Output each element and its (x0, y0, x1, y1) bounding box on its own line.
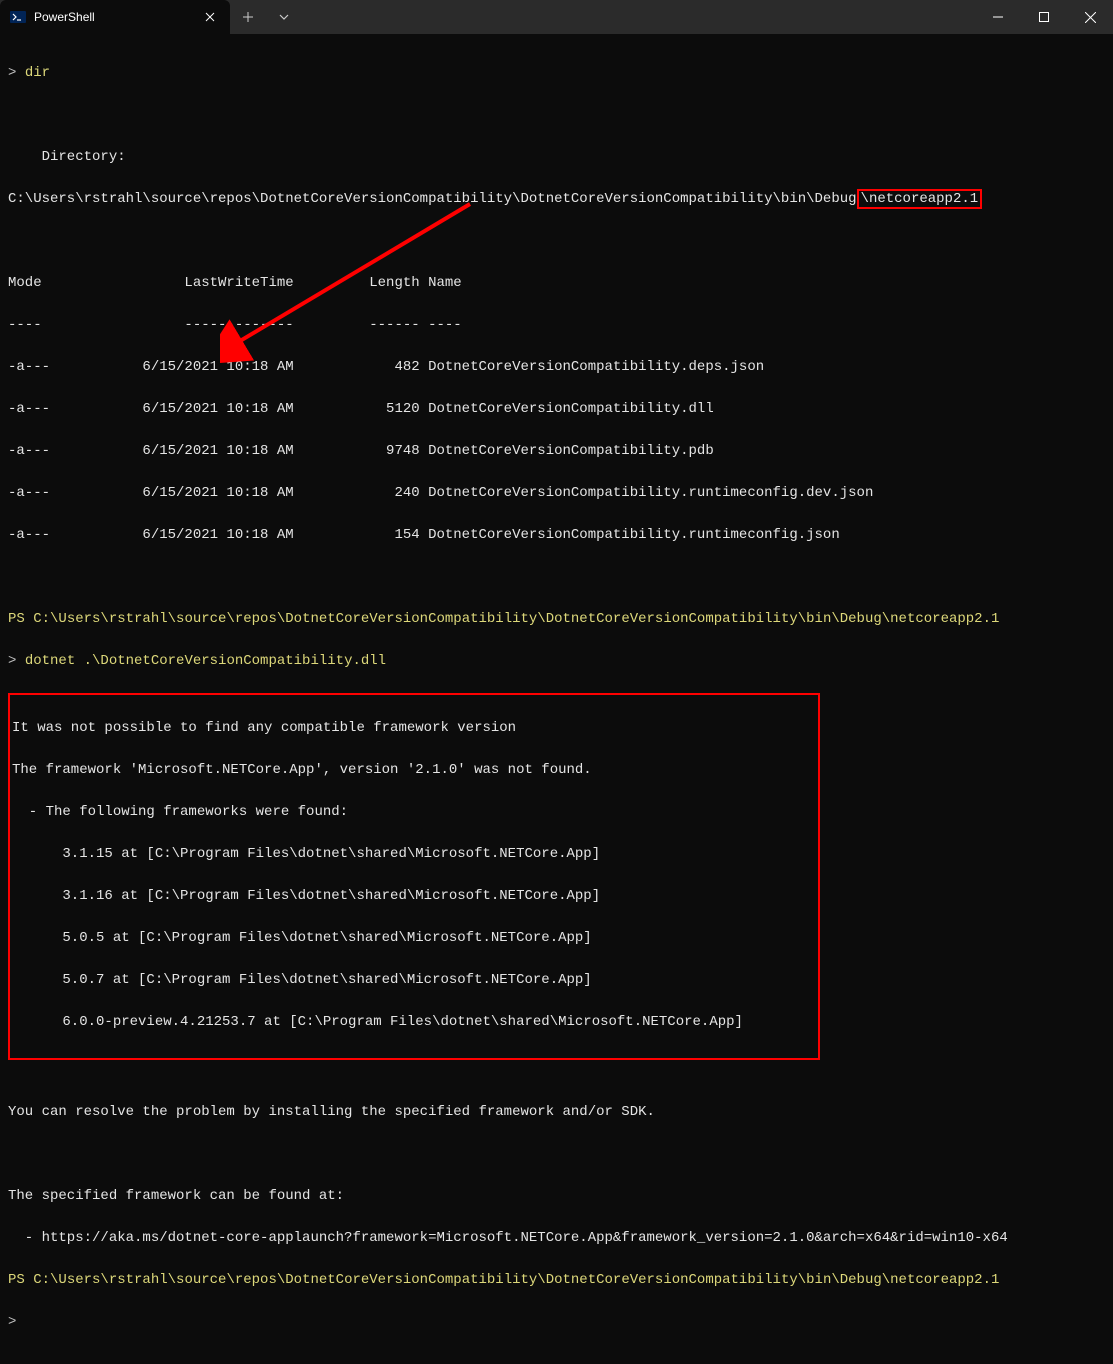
found-url: - https://aka.ms/dotnet-core-applaunch?f… (8, 1228, 1105, 1249)
error-output-highlighted: It was not possible to find any compatib… (8, 693, 820, 1060)
error-line: The framework 'Microsoft.NETCore.App', v… (12, 760, 816, 781)
terminal-output[interactable]: > dir Directory: C:\Users\rstrahl\source… (0, 34, 1113, 1364)
tab-close-button[interactable] (200, 7, 220, 27)
error-line: 5.0.5 at [C:\Program Files\dotnet\shared… (12, 928, 816, 949)
ps-prefix: PS (8, 1272, 33, 1288)
error-line: 3.1.16 at [C:\Program Files\dotnet\share… (12, 886, 816, 907)
tab-dropdown-button[interactable] (266, 0, 302, 34)
final-prompt: > (8, 1312, 1105, 1333)
ps-prefix: PS (8, 611, 33, 627)
prompt-marker: > (8, 65, 16, 81)
table-divider: ---- ------------- ------ ---- (8, 315, 1105, 336)
table-row: -a--- 6/15/2021 10:18 AM 5120 DotnetCore… (8, 399, 1105, 420)
table-row: -a--- 6/15/2021 10:18 AM 9748 DotnetCore… (8, 441, 1105, 462)
error-line: - The following frameworks were found: (12, 802, 816, 823)
table-row: -a--- 6/15/2021 10:18 AM 482 DotnetCoreV… (8, 357, 1105, 378)
window-controls (975, 0, 1113, 34)
ps-path: C:\Users\rstrahl\source\repos\DotnetCore… (33, 1272, 999, 1288)
tab-title: PowerShell (34, 10, 192, 24)
command-text: dir (25, 65, 50, 81)
error-line: 6.0.0-preview.4.21253.7 at [C:\Program F… (12, 1012, 816, 1033)
command-text: dotnet .\DotnetCoreVersionCompatibility.… (25, 653, 386, 669)
powershell-icon (10, 9, 26, 25)
resolve-text: You can resolve the problem by installin… (8, 1102, 1105, 1123)
ps-prompt-line: PS C:\Users\rstrahl\source\repos\DotnetC… (8, 1270, 1105, 1291)
prompt-line: > dir (8, 63, 1105, 84)
error-line: It was not possible to find any compatib… (12, 718, 816, 739)
ps-path: C:\Users\rstrahl\source\repos\DotnetCore… (33, 611, 999, 627)
new-tab-button[interactable] (230, 0, 266, 34)
prompt-line: > dotnet .\DotnetCoreVersionCompatibilit… (8, 651, 1105, 672)
found-text: The specified framework can be found at: (8, 1186, 1105, 1207)
minimize-button[interactable] (975, 0, 1021, 34)
error-line: 5.0.7 at [C:\Program Files\dotnet\shared… (12, 970, 816, 991)
directory-path-prefix: C:\Users\rstrahl\source\repos\DotnetCore… (8, 191, 857, 207)
ps-prompt-line: PS C:\Users\rstrahl\source\repos\DotnetC… (8, 609, 1105, 630)
prompt-marker: > (8, 653, 16, 669)
tab-powershell[interactable]: PowerShell (0, 0, 230, 34)
directory-label: Directory: (8, 147, 1105, 168)
table-header: Mode LastWriteTime Length Name (8, 273, 1105, 294)
highlighted-path-segment: \netcoreapp2.1 (857, 189, 983, 209)
maximize-button[interactable] (1021, 0, 1067, 34)
close-button[interactable] (1067, 0, 1113, 34)
table-row: -a--- 6/15/2021 10:18 AM 240 DotnetCoreV… (8, 483, 1105, 504)
tab-actions (230, 0, 302, 34)
error-line: 3.1.15 at [C:\Program Files\dotnet\share… (12, 844, 816, 865)
table-row: -a--- 6/15/2021 10:18 AM 154 DotnetCoreV… (8, 525, 1105, 546)
directory-path-line: C:\Users\rstrahl\source\repos\DotnetCore… (8, 189, 1105, 210)
titlebar: PowerShell (0, 0, 1113, 34)
